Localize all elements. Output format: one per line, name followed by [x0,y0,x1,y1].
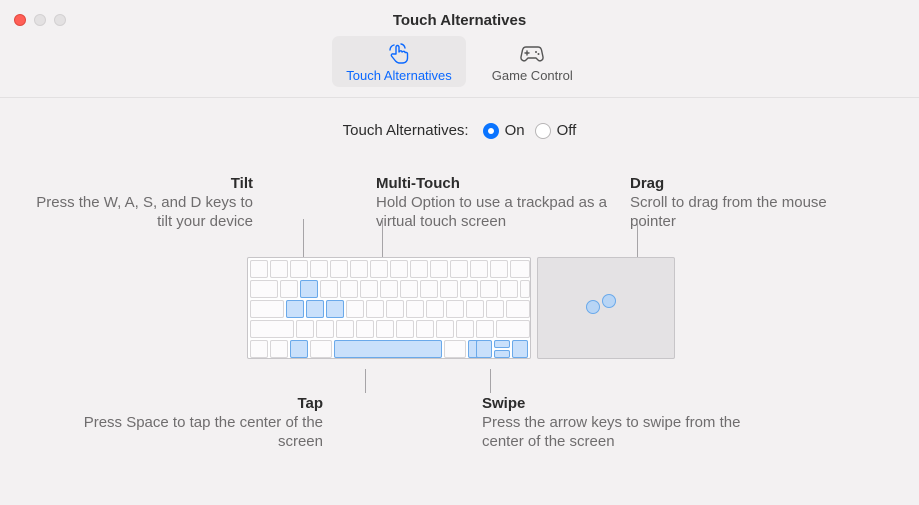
keyboard-illustration [247,257,531,359]
desc-body: Press Space to tap the center of the scr… [83,414,323,452]
arrow-keys-icon [476,340,528,358]
desc-title: Swipe [482,395,752,414]
desc-body: Press the W, A, S, and D keys to tilt yo… [23,194,253,232]
traffic-lights [14,14,66,26]
game-controller-icon [519,42,545,66]
touch-point-icon [586,300,600,314]
radio-off[interactable]: Off [535,122,577,139]
radio-group-label: Touch Alternatives: [343,122,469,139]
desc-title: Drag [630,175,830,194]
desc-tilt: Tilt Press the W, A, S, and D keys to ti… [23,175,253,231]
touch-point-icon [602,294,616,308]
description-diagram: Tilt Press the W, A, S, and D keys to ti… [50,175,869,505]
keyboard-trackpad-diagram [247,257,675,359]
desc-title: Tilt [23,175,253,194]
tab-label: Game Control [492,68,573,83]
minimize-icon [34,14,46,26]
desc-body: Scroll to drag from the mouse pointer [630,194,830,232]
radio-on-label: On [505,122,525,139]
desc-title: Tap [83,395,323,414]
titlebar: Touch Alternatives [0,0,919,28]
desc-tap: Tap Press Space to tap the center of the… [83,395,323,451]
desc-body: Press the arrow keys to swipe from the c… [482,414,752,452]
close-icon[interactable] [14,14,26,26]
tab-touch-alternatives[interactable]: Touch Alternatives [332,36,466,87]
desc-body: Hold Option to use a trackpad as a virtu… [376,194,616,232]
touch-hand-icon [387,42,411,66]
desc-title: Multi-Touch [376,175,616,194]
desc-multi-touch: Multi-Touch Hold Option to use a trackpa… [376,175,616,231]
content: Touch Alternatives: On Off Tilt Press th… [0,98,919,505]
radio-dot-icon [483,123,499,139]
window-title: Touch Alternatives [0,12,919,29]
touch-alternatives-radio-group: Touch Alternatives: On Off [50,122,869,139]
connector-line [490,369,491,393]
zoom-icon [54,14,66,26]
trackpad-illustration [537,257,675,359]
radio-dot-icon [535,123,551,139]
desc-swipe: Swipe Press the arrow keys to swipe from… [482,395,752,451]
tab-label: Touch Alternatives [346,68,452,83]
radio-on[interactable]: On [483,122,525,139]
radio-off-label: Off [557,122,577,139]
desc-drag: Drag Scroll to drag from the mouse point… [630,175,830,231]
connector-line [365,369,366,393]
tab-game-control[interactable]: Game Control [478,36,587,87]
toolbar-tabs: Touch Alternatives Game Control [0,28,919,98]
